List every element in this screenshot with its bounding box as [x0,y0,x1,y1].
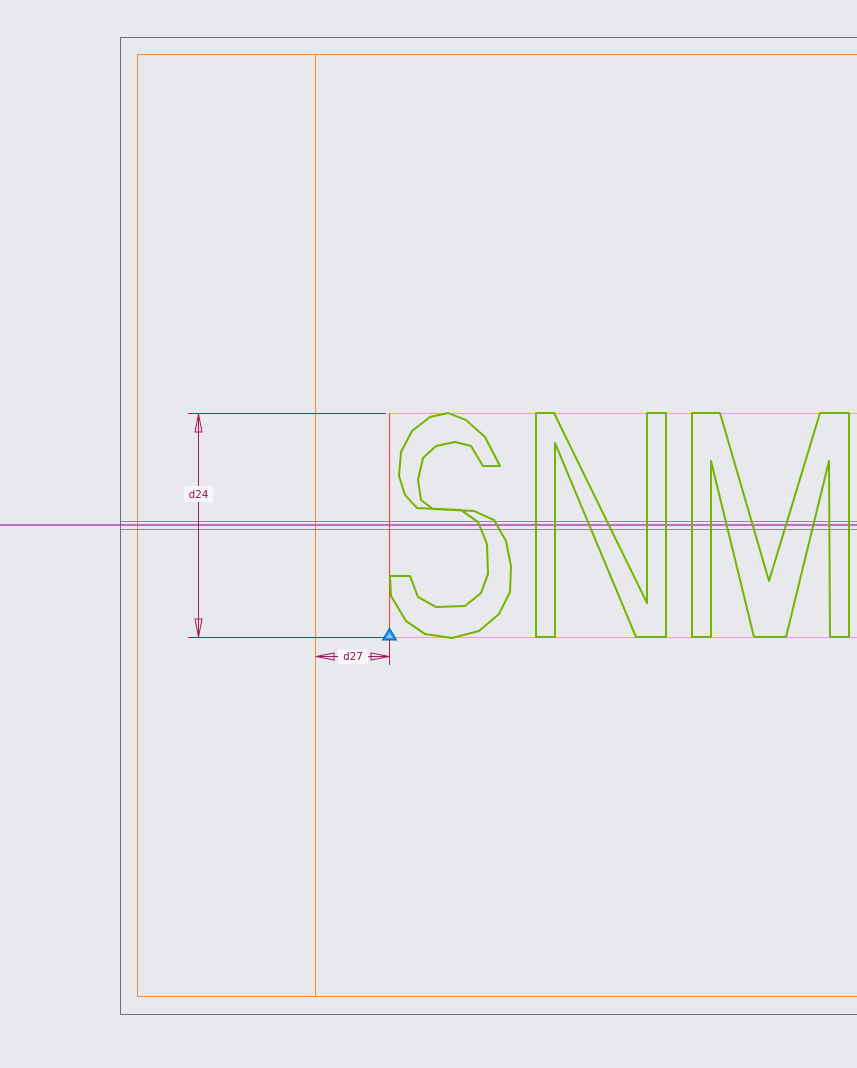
dimension-d27-label[interactable]: d27 [343,650,363,663]
dimension-d24-label[interactable]: d24 [189,488,209,501]
triangle-vertex-icon[interactable] [381,627,398,641]
outer-frame [120,37,857,1015]
sketch-viewport[interactable]: d24 d27 [0,0,857,1068]
